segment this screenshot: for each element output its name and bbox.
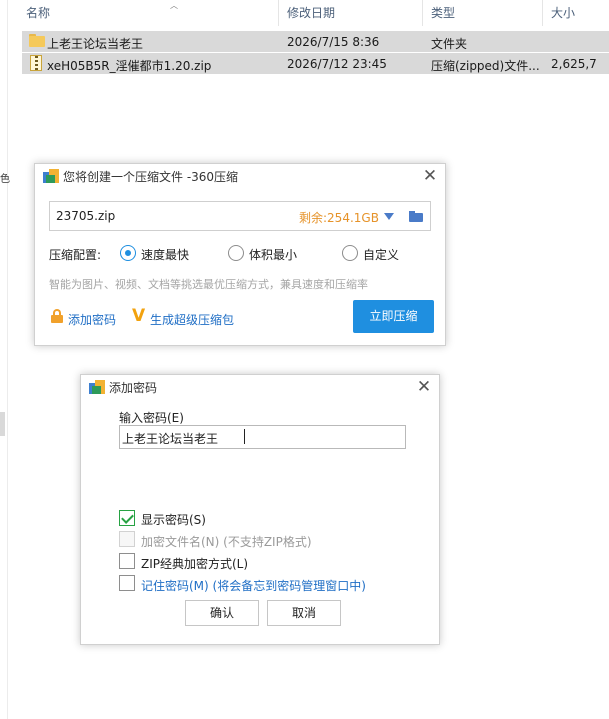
radio-size-smallest[interactable] [228, 245, 244, 261]
compress-config-row: 压缩配置: 速度最快 体积最小 自定义 [49, 244, 439, 262]
column-divider[interactable] [542, 0, 543, 26]
zip-classic-encryption-checkbox[interactable] [119, 553, 135, 569]
radio-speed-fastest[interactable] [120, 245, 136, 261]
file-modified: 2026/7/15 8:36 [287, 35, 380, 49]
radio-label-size-smallest[interactable]: 体积最小 [249, 246, 297, 263]
remember-password-label[interactable]: 记住密码(M) (将会备忘到密码管理窗口中) [141, 577, 366, 594]
compress-dialog-title: 您将创建一个压缩文件 -360压缩 [63, 170, 239, 184]
column-header-name[interactable]: 名称 [26, 4, 50, 21]
compress-hint-text: 智能为图片、视频、文档等挑选最优压缩方式，兼具速度和压缩率 [49, 278, 368, 291]
file-type: 文件夹 [431, 37, 468, 51]
show-password-label[interactable]: 显示密码(S) [141, 511, 206, 528]
encrypt-filenames-label: 加密文件名(N) (不支持ZIP格式) [141, 535, 312, 549]
radio-custom[interactable] [342, 245, 358, 261]
folder-icon [29, 34, 45, 47]
ok-button[interactable]: 确认 [185, 600, 259, 626]
file-type: 压缩(zipped)文件... [431, 59, 540, 73]
file-row-zip[interactable]: xeH05B5R_淫催都市1.20.zip 2026/7/12 23:45 压缩… [22, 53, 609, 74]
archive-path-combobox[interactable]: 23705.zip 剩余:254.1GB [49, 201, 431, 231]
close-icon[interactable]: ✕ [414, 377, 434, 397]
free-space-label: 剩余:254.1GB [299, 211, 379, 225]
compress-now-button[interactable]: 立即压缩 [353, 300, 434, 333]
file-size: 2,625,7 [551, 57, 597, 71]
column-header-type[interactable]: 类型 [431, 4, 455, 21]
nav-scrollbar-thumb[interactable] [0, 412, 5, 436]
add-password-link[interactable]: 添加密码 [68, 311, 116, 328]
column-header-modified[interactable]: 修改日期 [287, 4, 335, 21]
password-input-label: 输入密码(E) [119, 411, 184, 425]
dropdown-arrow-icon[interactable] [384, 213, 394, 220]
360zip-app-icon [89, 380, 105, 394]
column-divider[interactable] [422, 0, 423, 26]
show-password-checkbox[interactable] [119, 510, 135, 526]
column-header-size[interactable]: 大小 [551, 4, 575, 21]
password-dialog-titlebar[interactable]: 添加密码 ✕ [81, 375, 439, 399]
super-compress-link[interactable]: 生成超级压缩包 [150, 311, 234, 328]
archive-name-input[interactable]: 23705.zip [56, 209, 115, 223]
file-list-header: ︿ 名称 修改日期 类型 大小 [20, 0, 609, 26]
lock-icon[interactable] [51, 309, 63, 323]
browse-folder-icon[interactable] [409, 211, 423, 222]
password-input-value[interactable]: 上老王论坛当老王 [122, 430, 218, 447]
file-name: 上老王论坛当老王 [47, 37, 144, 51]
compress-config-label: 压缩配置: [49, 248, 102, 262]
compress-dialog: 您将创建一个压缩文件 -360压缩 ✕ 23705.zip 剩余:254.1GB… [34, 163, 446, 346]
file-row-folder[interactable]: 上老王论坛当老王 2026/7/15 8:36 文件夹 [22, 31, 609, 52]
radio-label-custom[interactable]: 自定义 [363, 246, 399, 263]
360zip-app-icon [43, 169, 59, 183]
add-password-dialog: 添加密码 ✕ 输入密码(E) 上老王论坛当老王 显示密码(S) 加密文件名(N)… [80, 374, 440, 645]
password-input[interactable]: 上老王论坛当老王 [119, 425, 406, 449]
password-dialog-title: 添加密码 [109, 381, 158, 395]
compress-dialog-titlebar[interactable]: 您将创建一个压缩文件 -360压缩 ✕ [35, 164, 445, 188]
column-divider[interactable] [278, 0, 279, 26]
remember-password-checkbox[interactable] [119, 575, 135, 591]
super-compress-v-icon[interactable]: V [132, 306, 145, 326]
navigation-pane-edge [0, 0, 8, 719]
text-caret [244, 429, 245, 444]
cancel-button[interactable]: 取消 [267, 600, 341, 626]
close-icon[interactable]: ✕ [420, 166, 440, 186]
sort-chevron-icon[interactable]: ︿ [170, 0, 178, 11]
file-name: xeH05B5R_淫催都市1.20.zip [47, 59, 212, 73]
zip-classic-encryption-label[interactable]: ZIP经典加密方式(L) [141, 555, 248, 572]
nav-pane-text-fragment: 色 [0, 174, 10, 185]
encrypt-filenames-checkbox [119, 531, 135, 547]
zip-file-icon [30, 55, 42, 71]
file-modified: 2026/7/12 23:45 [287, 57, 387, 71]
radio-label-speed-fastest[interactable]: 速度最快 [141, 246, 189, 263]
